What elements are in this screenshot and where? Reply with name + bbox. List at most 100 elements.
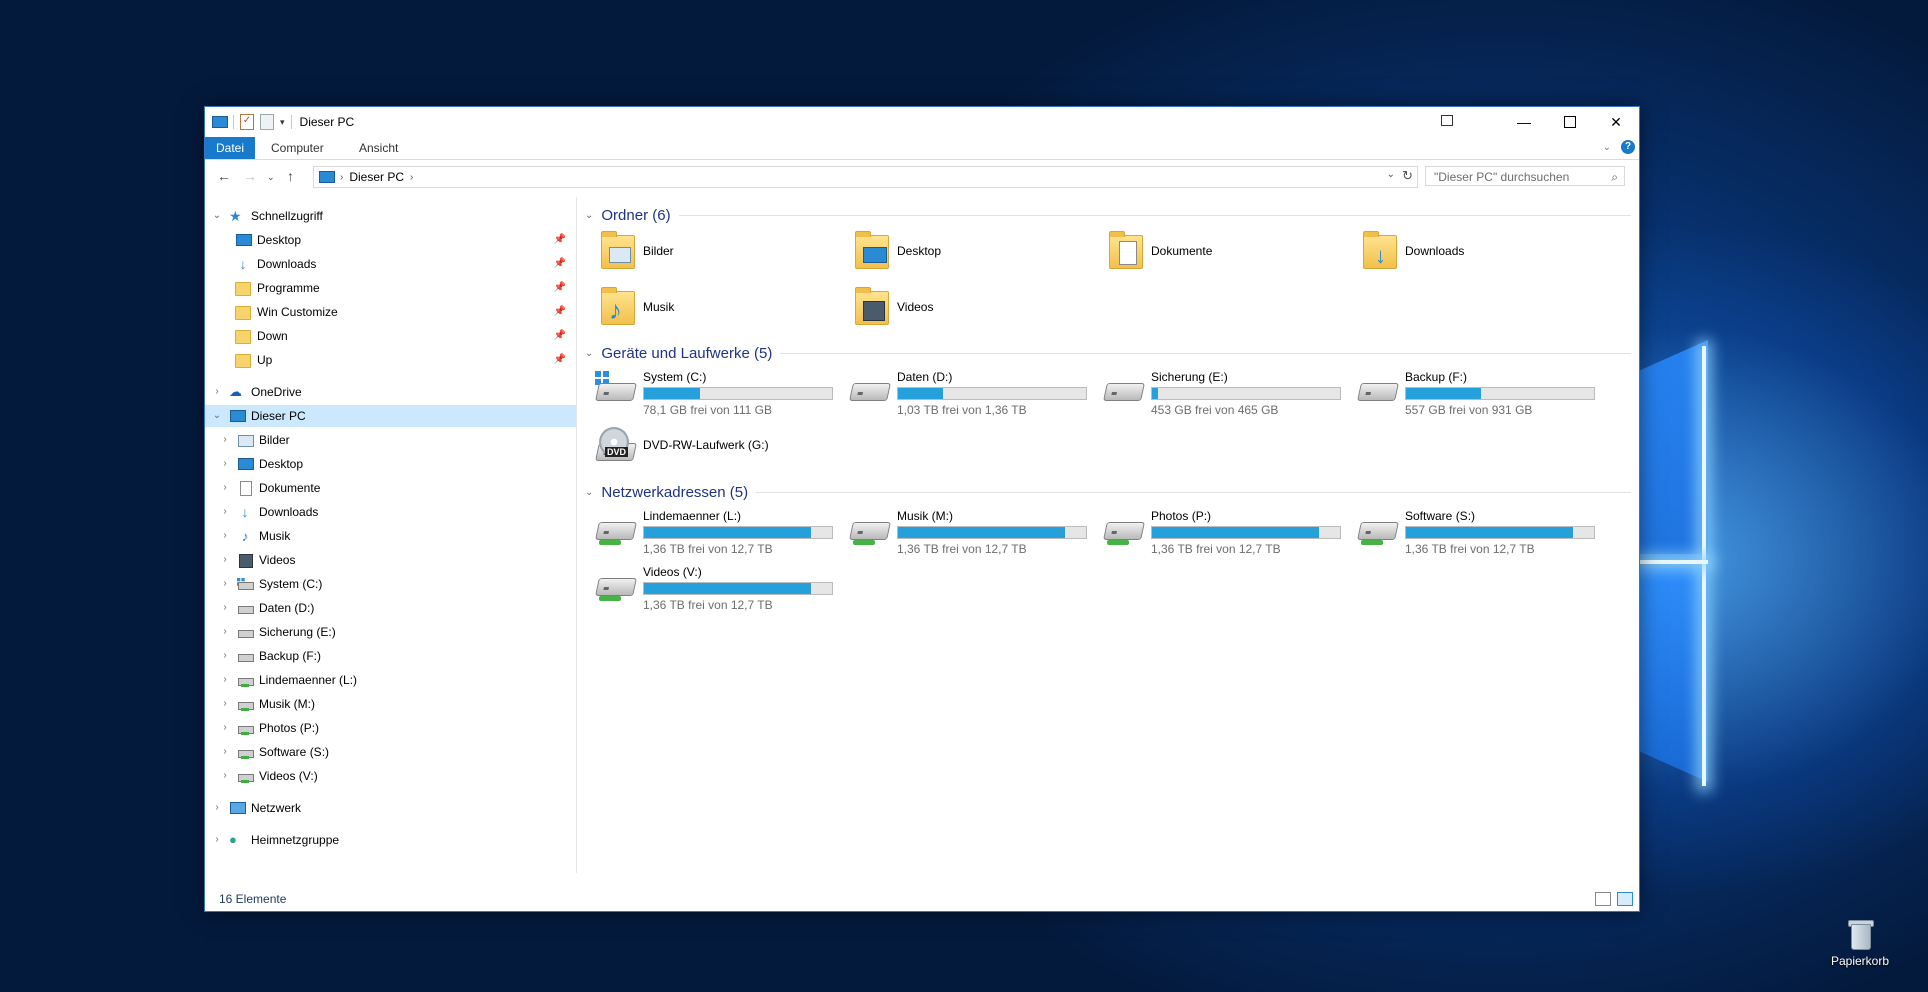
properties-icon[interactable]: ✓ (240, 114, 254, 130)
collapse-chevron-icon[interactable]: ⌄ (211, 405, 223, 427)
expand-chevron-icon[interactable]: › (219, 621, 231, 643)
up-arrow-icon[interactable]: ↑ (287, 168, 294, 184)
address-dropdown-icon[interactable]: ⌄ (1387, 169, 1395, 180)
expand-chevron-icon[interactable]: › (219, 693, 231, 715)
pin-icon[interactable]: 📌 (554, 325, 566, 347)
minimize-button[interactable]: — (1501, 107, 1547, 137)
collapse-chevron-icon[interactable]: ⌄ (585, 210, 593, 221)
search-input[interactable]: "Dieser PC" durchsuchen ⌕ (1425, 166, 1625, 186)
tree-item-this-pc[interactable]: ⌄ Dieser PC (205, 405, 576, 427)
tab-datei[interactable]: Datei (205, 137, 255, 159)
help-icon[interactable]: ? (1621, 140, 1635, 154)
recent-locations-icon[interactable]: ⌄ (267, 172, 275, 183)
folder-tile-bilder[interactable]: Bilder (595, 231, 835, 279)
tree-item-videos[interactable]: › Videos (219, 549, 295, 571)
tree-item-onedrive[interactable]: › ☁ OneDrive (211, 381, 301, 403)
drive-tile-system-c[interactable]: System (C:) 78,1 GB frei von 111 GB (595, 369, 845, 417)
tab-ansicht[interactable]: Ansicht (349, 137, 408, 159)
expand-chevron-icon[interactable]: › (211, 829, 223, 851)
tree-item-netzwerk[interactable]: › Netzwerk (211, 797, 301, 819)
folder-tile-downloads[interactable]: ↓ Downloads (1357, 231, 1597, 279)
tree-item-programme[interactable]: Programme 📌 (235, 277, 576, 299)
expand-chevron-icon[interactable]: › (219, 645, 231, 667)
breadcrumb-this-pc[interactable]: Dieser PC (349, 170, 404, 184)
back-arrow-icon[interactable]: ← (217, 168, 231, 184)
qat-dropdown-icon[interactable]: ▾ (280, 117, 285, 128)
tree-item-backup-f[interactable]: › Backup (F:) (219, 645, 321, 667)
tree-item-videos-v[interactable]: › Videos (V:) (219, 765, 318, 787)
tree-item-downloads-pinned[interactable]: ↓ Downloads 📌 (235, 253, 576, 275)
search-icon[interactable]: ⌕ (1611, 167, 1618, 187)
tab-computer[interactable]: Computer (261, 137, 334, 159)
expand-chevron-icon[interactable]: › (219, 525, 231, 547)
large-icons-view-icon[interactable] (1617, 892, 1633, 906)
collapse-chevron-icon[interactable]: ⌄ (211, 205, 223, 227)
tree-item-up[interactable]: Up 📌 (235, 349, 576, 371)
collapse-chevron-icon[interactable]: ⌄ (585, 348, 593, 359)
folder-tile-videos[interactable]: Videos (849, 287, 1089, 335)
expand-chevron-icon[interactable]: › (219, 765, 231, 787)
pin-icon[interactable]: 📌 (554, 277, 566, 299)
expand-chevron-icon[interactable]: › (219, 477, 231, 499)
tree-item-musik[interactable]: › ♪ Musik (219, 525, 290, 547)
recycle-bin[interactable]: Papierkorb (1820, 918, 1900, 968)
tree-item-lindemaenner-l[interactable]: › Lindemaenner (L:) (219, 669, 357, 691)
close-button[interactable]: ✕ (1593, 107, 1639, 137)
drive-tile-dvd-g[interactable]: DVD DVD-RW-Laufwerk (G:) (595, 425, 845, 473)
expand-chevron-icon[interactable]: › (219, 573, 231, 595)
expand-chevron-icon[interactable]: › (219, 549, 231, 571)
folder-tile-dokumente[interactable]: Dokumente (1103, 231, 1343, 279)
tree-item-desktop[interactable]: › Desktop (219, 453, 303, 475)
tree-item-musik-m[interactable]: › Musik (M:) (219, 693, 315, 715)
pin-icon[interactable]: 📌 (554, 301, 566, 323)
pin-icon[interactable]: 📌 (554, 229, 566, 251)
tree-item-desktop-pinned[interactable]: Desktop 📌 (235, 229, 576, 251)
details-view-icon[interactable] (1595, 892, 1611, 906)
breadcrumb-chevron-icon[interactable]: › (410, 172, 413, 183)
pin-icon[interactable]: 📌 (554, 349, 566, 371)
tree-item-heimnetzgruppe[interactable]: › ● Heimnetzgruppe (211, 829, 339, 851)
tree-item-down[interactable]: Down 📌 (235, 325, 576, 347)
tree-item-sicherung-e[interactable]: › Sicherung (E:) (219, 621, 335, 643)
tree-item-system-c[interactable]: › System (C:) (219, 573, 322, 595)
drive-tile-sicherung-e[interactable]: Sicherung (E:) 453 GB frei von 465 GB (1103, 369, 1353, 417)
refresh-icon[interactable]: ↻ (1402, 168, 1413, 184)
expand-chevron-icon[interactable]: › (219, 429, 231, 451)
tree-item-bilder[interactable]: › Bilder (219, 429, 290, 451)
tree-item-daten-d[interactable]: › Daten (D:) (219, 597, 314, 619)
tree-item-software-s[interactable]: › Software (S:) (219, 741, 329, 763)
netdrive-tile-videos-v[interactable]: Videos (V:) 1,36 TB frei von 12,7 TB (595, 564, 845, 612)
netdrive-tile-lindemaenner-l[interactable]: Lindemaenner (L:) 1,36 TB frei von 12,7 … (595, 508, 845, 556)
expand-chevron-icon[interactable]: › (219, 597, 231, 619)
tree-item-downloads[interactable]: › ↓ Downloads (219, 501, 318, 523)
netdrive-tile-software-s[interactable]: Software (S:) 1,36 TB frei von 12,7 TB (1357, 508, 1607, 556)
forward-arrow-icon[interactable]: → (243, 168, 257, 184)
expand-chevron-icon[interactable]: › (219, 741, 231, 763)
tree-item-quick-access[interactable]: ⌄ ★ Schnellzugriff (211, 205, 323, 227)
mini-view-icon[interactable] (1441, 115, 1453, 126)
group-header-folders[interactable]: ⌄ Ordner (6) (585, 205, 1631, 225)
expand-ribbon-icon[interactable]: ⌄ (1603, 142, 1611, 153)
expand-chevron-icon[interactable]: › (219, 717, 231, 739)
new-folder-icon[interactable] (260, 114, 274, 130)
pin-icon[interactable]: 📌 (554, 253, 566, 275)
tree-item-dokumente[interactable]: › Dokumente (219, 477, 320, 499)
group-header-network[interactable]: ⌄ Netzwerkadressen (5) (585, 482, 1631, 502)
expand-chevron-icon[interactable]: › (219, 453, 231, 475)
netdrive-tile-photos-p[interactable]: Photos (P:) 1,36 TB frei von 12,7 TB (1103, 508, 1353, 556)
folder-tile-musik[interactable]: ♪ Musik (595, 287, 835, 335)
netdrive-tile-musik-m[interactable]: Musik (M:) 1,36 TB frei von 12,7 TB (849, 508, 1099, 556)
expand-chevron-icon[interactable]: › (219, 669, 231, 691)
group-header-drives[interactable]: ⌄ Geräte und Laufwerke (5) (585, 343, 1631, 363)
maximize-button[interactable] (1547, 107, 1593, 137)
drive-tile-daten-d[interactable]: Daten (D:) 1,03 TB frei von 1,36 TB (849, 369, 1099, 417)
expand-chevron-icon[interactable]: › (211, 381, 223, 403)
tree-item-photos-p[interactable]: › Photos (P:) (219, 717, 319, 739)
expand-chevron-icon[interactable]: › (219, 501, 231, 523)
address-bar[interactable]: › Dieser PC › ⌄ ↻ (313, 166, 1418, 188)
tree-item-win-customize[interactable]: Win Customize 📌 (235, 301, 576, 323)
folder-tile-desktop[interactable]: Desktop (849, 231, 1089, 279)
collapse-chevron-icon[interactable]: ⌄ (585, 487, 593, 498)
expand-chevron-icon[interactable]: › (211, 797, 223, 819)
drive-tile-backup-f[interactable]: Backup (F:) 557 GB frei von 931 GB (1357, 369, 1607, 417)
